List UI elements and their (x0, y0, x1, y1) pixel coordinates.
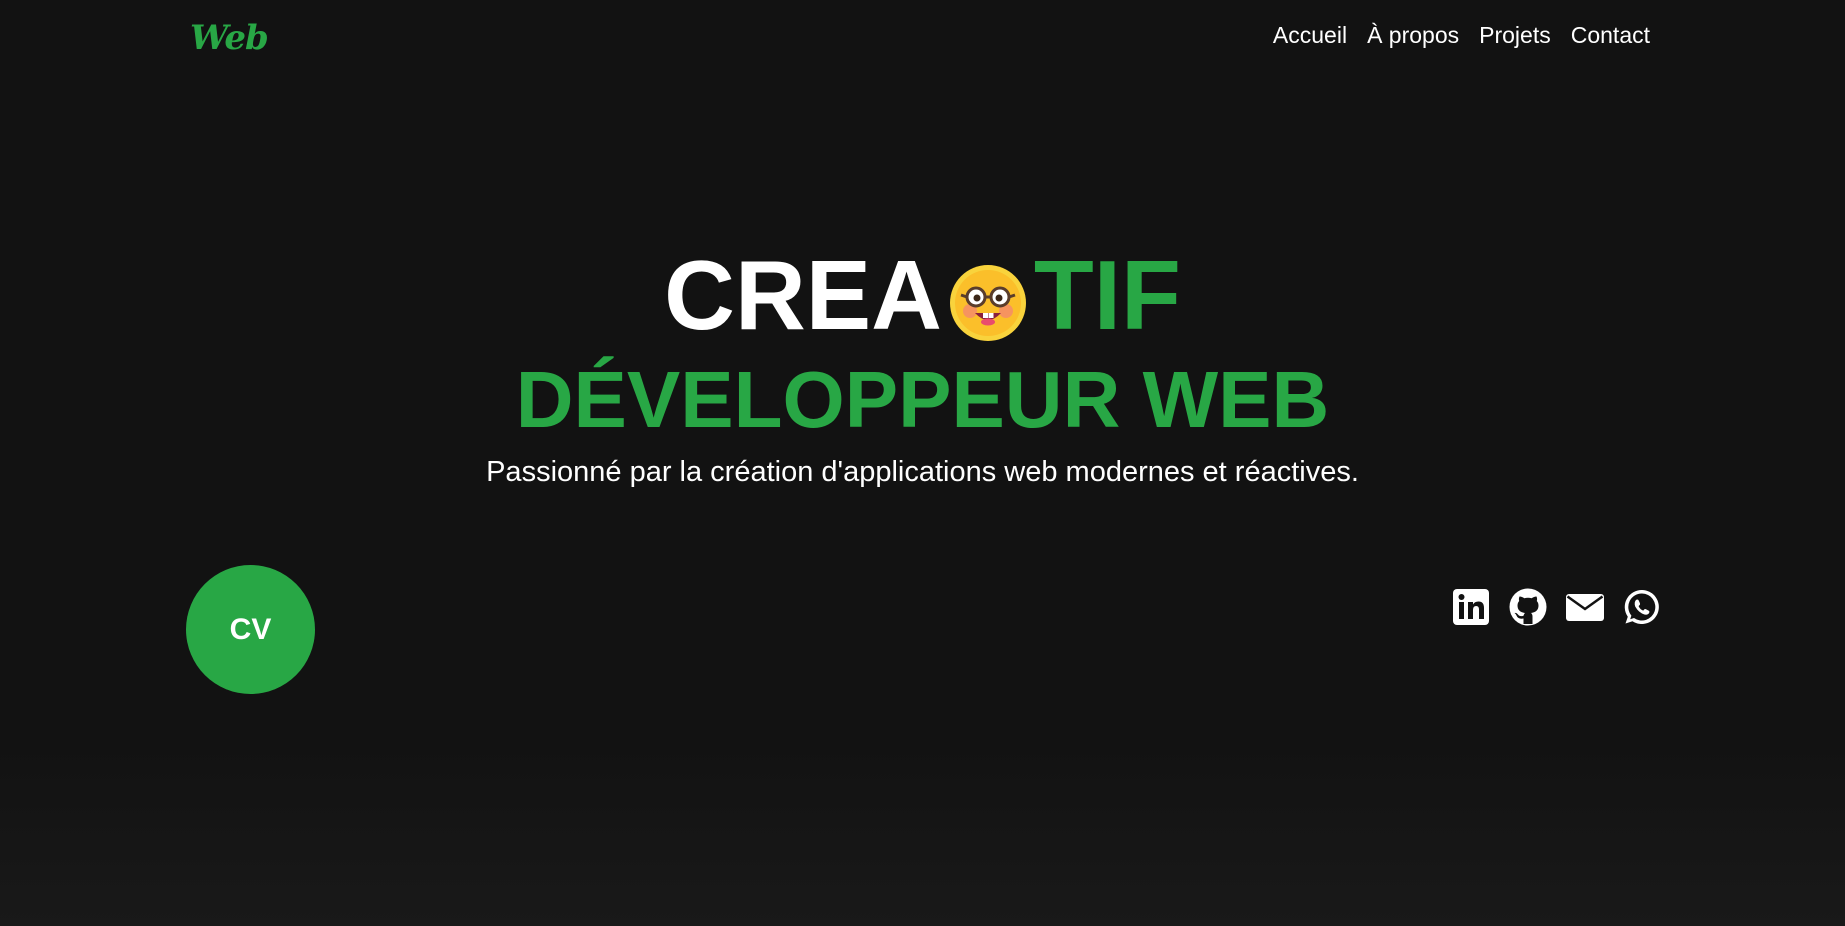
nerd-face-emoji-icon (948, 260, 1028, 341)
hero-headline: CREA TIF (0, 240, 1845, 350)
github-icon[interactable] (1508, 587, 1548, 627)
headline-part-crea: CREA (664, 240, 942, 350)
email-icon[interactable] (1565, 587, 1605, 627)
nav-accueil[interactable]: Accueil (1273, 22, 1347, 49)
headline-part-tif: TIF (1033, 240, 1181, 350)
site-logo[interactable]: Web (190, 18, 269, 58)
nav-contact[interactable]: Contact (1571, 22, 1650, 49)
nav-a-propos[interactable]: À propos (1367, 22, 1459, 49)
role-title: DÉVELOPPEUR WEB (515, 355, 1330, 444)
hero-section: CREA TIF DÉVELOPPEUR WEB Passionné par l… (0, 240, 1845, 489)
main-nav: Accueil À propos Projets Contact (1273, 22, 1650, 49)
linkedin-icon[interactable] (1451, 587, 1491, 627)
whatsapp-icon[interactable] (1622, 587, 1662, 627)
cv-button-label: CV (229, 612, 272, 646)
page: Web Accueil À propos Projets Contact CRE… (0, 0, 1845, 926)
hero-tagline: Passionné par la création d'applications… (486, 456, 1359, 488)
cv-download-button[interactable]: CV (186, 565, 315, 694)
nav-projets[interactable]: Projets (1479, 22, 1551, 49)
social-links (1451, 587, 1662, 627)
